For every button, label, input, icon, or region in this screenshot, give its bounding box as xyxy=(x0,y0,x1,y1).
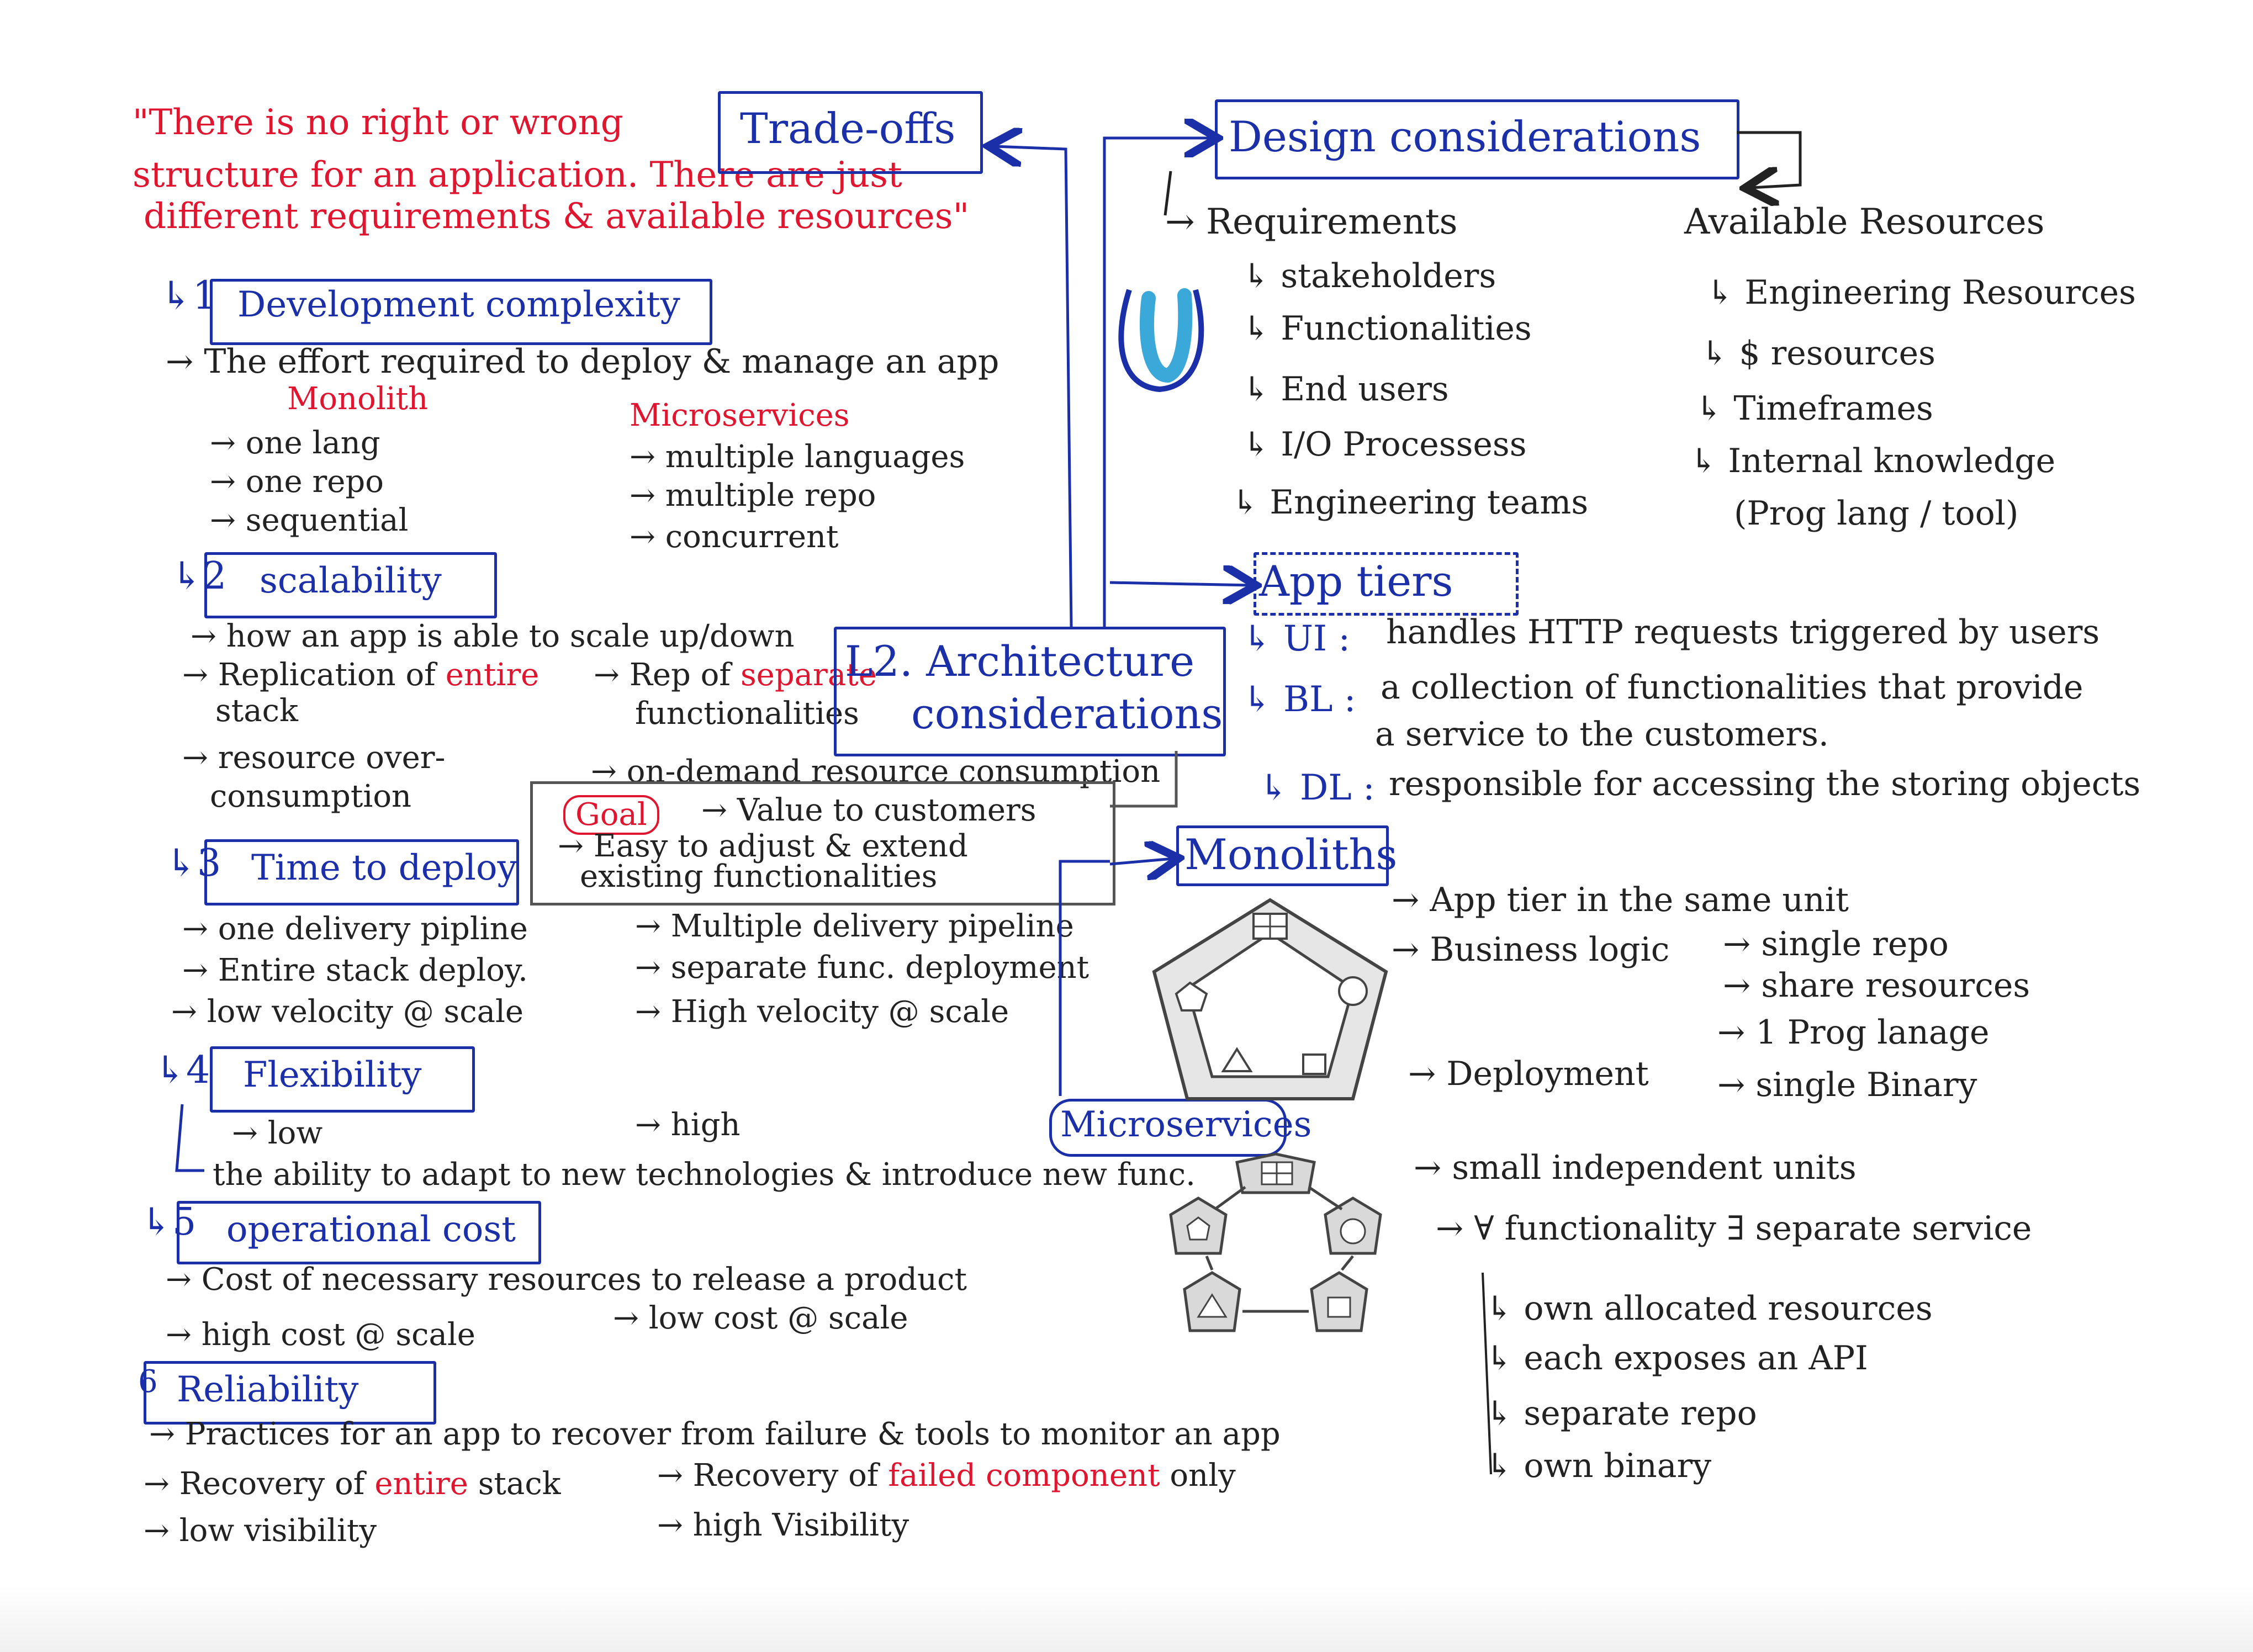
connector-to-design xyxy=(1103,138,1212,627)
monolith-pentagon-icon xyxy=(1152,898,1388,1100)
paper-edge-shadow xyxy=(0,1586,2253,1652)
connector-to-microservices xyxy=(1059,860,1110,1096)
connector-goal-center xyxy=(1110,751,1178,808)
connector-to-tradeoffs xyxy=(994,146,1073,627)
connector-to-requirements xyxy=(1163,171,1172,216)
highlighter-u-icon xyxy=(1118,288,1204,393)
connector-to-app-tiers xyxy=(1109,583,1251,585)
flexibility-bracket xyxy=(175,1104,204,1172)
connector-to-available xyxy=(1737,131,1802,188)
connector-to-monoliths xyxy=(1109,859,1173,864)
microservices-bracket xyxy=(1482,1272,1492,1475)
connectors-layer xyxy=(175,0,1802,1475)
microservices-cluster-icon xyxy=(1169,1152,1382,1332)
